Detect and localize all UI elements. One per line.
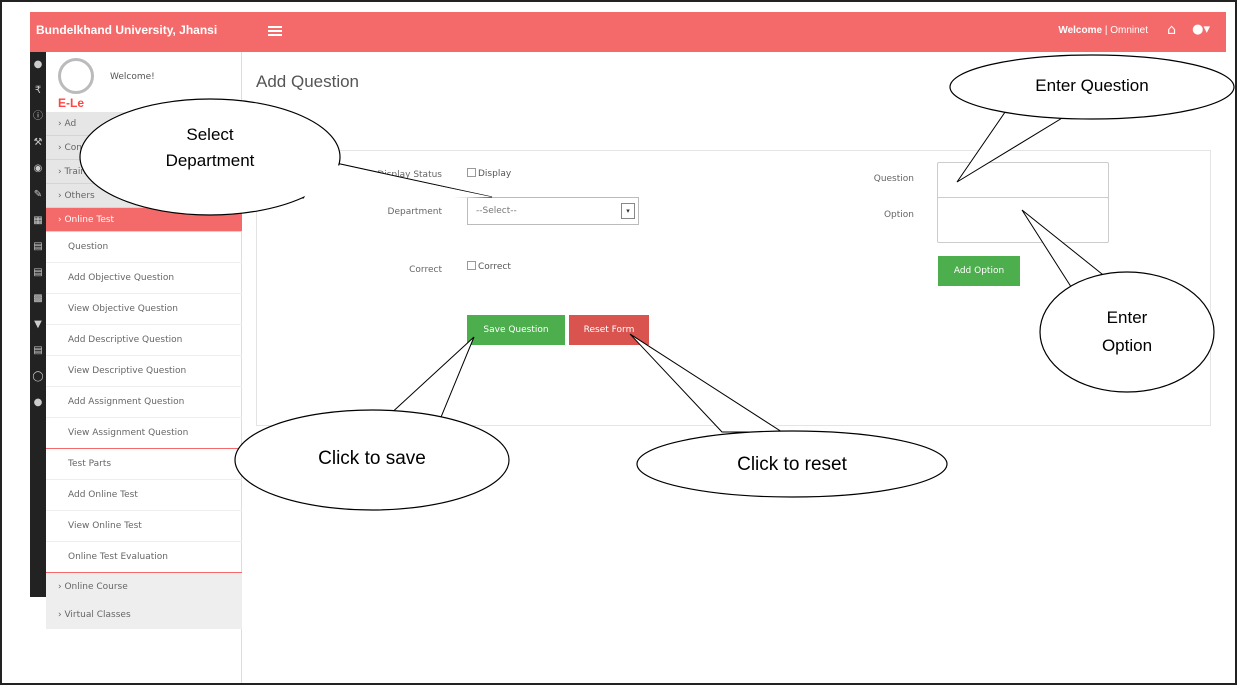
menu-toggle-icon[interactable] [268, 26, 282, 36]
icon-sidebar: ● ₹ ⓘ ⚒ ◉ ✎ ▦ ▤ ▤ ▩ ▼ ▤ ◯ ● [30, 52, 46, 597]
info-icon[interactable]: ⓘ [30, 104, 46, 130]
correct-checkbox[interactable]: Correct [467, 261, 511, 272]
chart-icon[interactable]: ▩ [30, 286, 46, 312]
gavel-icon[interactable]: ⚒ [30, 130, 46, 156]
section-title: E-Le [58, 96, 85, 110]
home-icon[interactable]: ⌂ [1167, 22, 1176, 38]
checkbox-box[interactable] [467, 261, 476, 270]
add-option-button[interactable]: Add Option [938, 256, 1020, 286]
sidebar-group-online-test[interactable]: › Online Test [46, 208, 242, 232]
callout-enter-question: Enter Question [1035, 76, 1149, 95]
sidebar-item-view-objective[interactable]: View Objective Question [46, 294, 242, 325]
chat-icon[interactable]: ◉ [30, 156, 46, 182]
sidebar-item-add-assignment[interactable]: Add Assignment Question [46, 387, 242, 418]
sidebar-menu: › Ad › Conte › Training › Others › Onlin… [46, 112, 242, 629]
avatar [58, 58, 94, 94]
callout-select-department: Select Department [165, 125, 255, 170]
user-icon[interactable]: ● [30, 52, 46, 78]
checkbox-box[interactable] [467, 168, 476, 177]
sidebar-item-view-descriptive[interactable]: View Descriptive Question [46, 356, 242, 387]
brand-title[interactable]: Bundelkhand University, Jhansi [36, 23, 217, 37]
username: | Omninet [1104, 25, 1148, 36]
callout-click-to-reset: Click to reset [737, 454, 847, 475]
display-status-label: Display Status [377, 170, 442, 180]
book-icon[interactable]: ▦ [30, 208, 46, 234]
money-icon-3[interactable]: ▤ [30, 338, 46, 364]
display-checkbox[interactable]: Display [467, 168, 511, 179]
page-title: Add Question [256, 72, 360, 91]
money-icon-2[interactable]: ▤ [30, 260, 46, 286]
sidebar-item-add-descriptive[interactable]: Add Descriptive Question [46, 325, 242, 356]
screenshot-frame: Bundelkhand University, Jhansi Welcome |… [0, 0, 1237, 685]
sidebar-item-view-online-test[interactable]: View Online Test [46, 511, 242, 542]
top-navbar: Bundelkhand University, Jhansi Welcome |… [30, 12, 1226, 52]
sidebar-group-virtual-classes[interactable]: › Virtual Classes [46, 601, 242, 629]
welcome-label: Welcome [1058, 25, 1103, 36]
sidebar-item-add-online-test[interactable]: Add Online Test [46, 480, 242, 511]
profile-block: Welcome! E-Le [46, 52, 241, 112]
callout-enter-option: Enter Option [1101, 308, 1153, 355]
sidebar-item-test-evaluation[interactable]: Online Test Evaluation [46, 542, 242, 573]
sidebar-group-online-course[interactable]: › Online Course [46, 573, 242, 601]
rupee-icon[interactable]: ₹ [30, 78, 46, 104]
department-label: Department [387, 207, 442, 217]
callout-click-to-save: Click to save [318, 448, 426, 469]
user-menu-icon[interactable]: ●▾ [1192, 22, 1210, 37]
option-label: Option [883, 210, 914, 220]
chevron-down-icon[interactable]: ▾ [621, 203, 635, 219]
edit-icon[interactable]: ✎ [30, 182, 46, 208]
cart-icon[interactable]: ▼ [30, 312, 46, 338]
welcome-user: Welcome | Omninet [1058, 25, 1148, 36]
person-icon[interactable]: ● [30, 390, 46, 416]
money-icon[interactable]: ▤ [30, 234, 46, 260]
save-question-button[interactable]: Save Question [467, 315, 565, 345]
reset-form-button[interactable]: Reset Form [569, 315, 649, 345]
option-textarea[interactable] [937, 197, 1109, 243]
sidebar-item-question[interactable]: Question [46, 232, 242, 263]
department-select[interactable]: --Select-- ▾ [467, 197, 639, 225]
sidebar-item-test-parts[interactable]: Test Parts [46, 449, 242, 480]
correct-label: Correct [409, 265, 442, 275]
sidebar-item-add-objective[interactable]: Add Objective Question [46, 263, 242, 294]
question-label: Question [873, 174, 914, 184]
profile-welcome: Welcome! [110, 72, 155, 82]
sidebar-group[interactable]: › Others [46, 184, 242, 208]
globe-icon[interactable]: ◯ [30, 364, 46, 390]
sidebar-item-view-assignment[interactable]: View Assignment Question [46, 418, 242, 449]
